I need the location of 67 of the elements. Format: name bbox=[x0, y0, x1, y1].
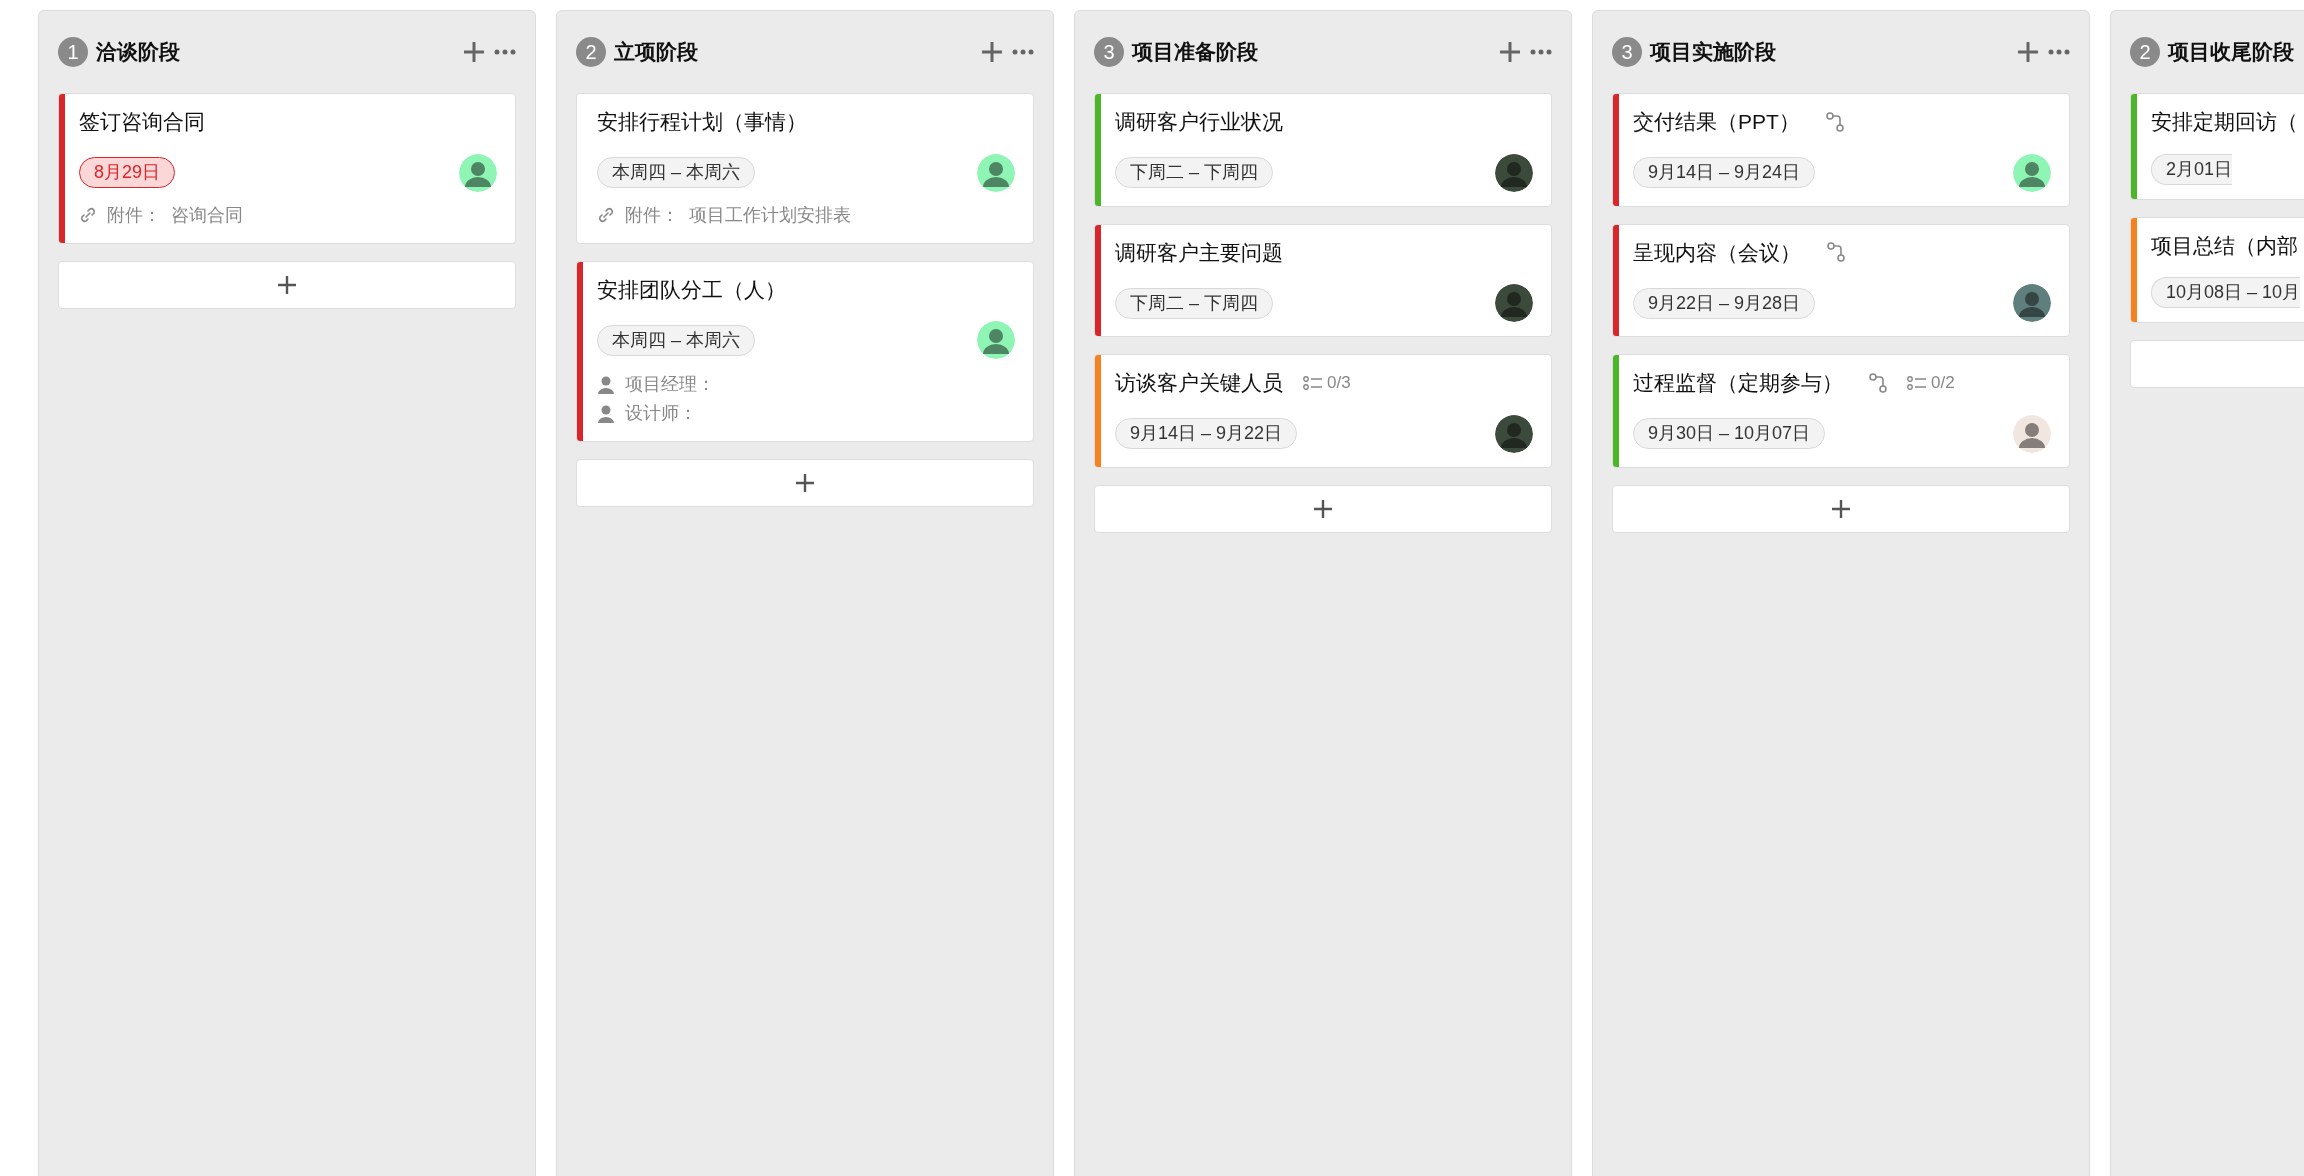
card-title: 调研客户行业状况 bbox=[1115, 109, 1283, 135]
date-pill: 9月14日 – 9月22日 bbox=[1115, 418, 1298, 449]
column-title: 洽谈阶段 bbox=[96, 39, 180, 66]
role-label: 项目经理： bbox=[625, 373, 715, 396]
count-badge: 2 bbox=[576, 37, 606, 67]
column-title: 项目实施阶段 bbox=[1650, 39, 1776, 66]
task-card[interactable]: 调研客户行业状况 下周二 – 下周四 bbox=[1094, 93, 1552, 207]
checklist-icon bbox=[1303, 374, 1323, 391]
date-pill: 2月01日 bbox=[2151, 153, 2233, 185]
card-title: 签订咨询合同 bbox=[79, 109, 205, 135]
attachment-name[interactable]: 咨询合同 bbox=[171, 201, 243, 229]
plus-icon bbox=[1831, 498, 1851, 519]
add-icon[interactable] bbox=[462, 40, 486, 64]
add-icon[interactable] bbox=[2016, 40, 2040, 64]
task-card[interactable]: 项目总结（内部 10月08日 – 10月 bbox=[2130, 216, 2304, 323]
date-pill: 9月30日 – 10月07日 bbox=[1633, 418, 1826, 449]
date-pill: 下周二 – 下周四 bbox=[1115, 157, 1273, 188]
more-icon[interactable] bbox=[2048, 49, 2070, 55]
more-icon[interactable] bbox=[494, 49, 516, 55]
date-pill: 本周四 – 本周六 bbox=[597, 324, 755, 356]
add-icon[interactable] bbox=[1498, 40, 1522, 64]
count-badge: 1 bbox=[58, 37, 88, 67]
task-card[interactable]: 交付结果（PPT） 9月14日 – 9月24日 bbox=[1612, 93, 2070, 207]
role-label: 设计师： bbox=[625, 402, 697, 425]
count-badge: 3 bbox=[1612, 37, 1642, 67]
date-pill: 8月29日 bbox=[79, 157, 176, 188]
task-card[interactable]: 调研客户主要问题 下周二 – 下周四 bbox=[1094, 223, 1552, 337]
task-card[interactable]: 呈现内容（会议） 9月22日 – 9月28日 bbox=[1612, 223, 2070, 337]
task-card[interactable]: 过程监督（定期参与） 0/2 9月30日 – 10月07日 bbox=[1612, 354, 2070, 468]
plus-icon bbox=[795, 473, 815, 493]
card-title: 交付结果（PPT） bbox=[1633, 109, 1800, 135]
date-pill: 10月08日 – 10月 bbox=[2151, 277, 2301, 308]
plus-icon bbox=[277, 274, 297, 295]
task-card[interactable]: 安排行程计划（事情） 本周四 – 本周六 附件： 项目工作计划安排表 bbox=[576, 93, 1034, 244]
task-card[interactable]: 签订咨询合同 8月29日 附件： 咨询合同 bbox=[58, 93, 516, 244]
date-pill: 本周四 – 本周六 bbox=[597, 157, 755, 188]
date-pill: 下周二 – 下周四 bbox=[1115, 287, 1273, 319]
attachment-label: 附件： bbox=[625, 203, 679, 227]
card-title: 过程监督（定期参与） bbox=[1633, 370, 1843, 396]
card-title: 安排定期回访（ bbox=[2151, 109, 2298, 135]
person-icon bbox=[597, 375, 615, 394]
card-title: 访谈客户关键人员 bbox=[1115, 370, 1283, 396]
more-icon[interactable] bbox=[1530, 49, 1552, 55]
task-card[interactable]: 安排定期回访（ 2月01日 bbox=[2130, 93, 2304, 200]
card-title: 项目总结（内部 bbox=[2151, 232, 2298, 259]
column-title: 立项阶段 bbox=[614, 39, 698, 66]
checklist-count: 0/3 bbox=[1327, 372, 1351, 394]
add-icon[interactable] bbox=[980, 40, 1004, 64]
date-pill: 9月22日 – 9月28日 bbox=[1633, 287, 1816, 319]
column-title: 项目收尾阶段 bbox=[2168, 39, 2294, 66]
date-pill: 9月14日 – 9月24日 bbox=[1633, 157, 1816, 188]
count-badge: 3 bbox=[1094, 37, 1124, 67]
more-icon[interactable] bbox=[1012, 49, 1034, 55]
task-card[interactable]: 访谈客户关键人员 0/3 9月14日 – 9月22日 bbox=[1094, 354, 1552, 468]
column-title: 项目准备阶段 bbox=[1132, 39, 1258, 66]
checklist-count: 0/2 bbox=[1931, 372, 1955, 394]
count-badge: 2 bbox=[2130, 37, 2160, 67]
attachment-label: 附件： bbox=[107, 203, 161, 227]
card-title: 安排团队分工（人） bbox=[597, 276, 786, 303]
attachment-name[interactable]: 项目工作计划安排表 bbox=[689, 201, 851, 229]
checklist-icon bbox=[1907, 374, 1927, 391]
task-card[interactable]: 安排团队分工（人） 本周四 – 本周六 项目经理： 设计师： bbox=[576, 260, 1034, 442]
card-title: 安排行程计划（事情） bbox=[597, 109, 807, 135]
plus-icon bbox=[1313, 498, 1333, 519]
card-title: 调研客户主要问题 bbox=[1115, 239, 1283, 266]
person-icon bbox=[597, 404, 615, 423]
card-title: 呈现内容（会议） bbox=[1633, 239, 1801, 266]
